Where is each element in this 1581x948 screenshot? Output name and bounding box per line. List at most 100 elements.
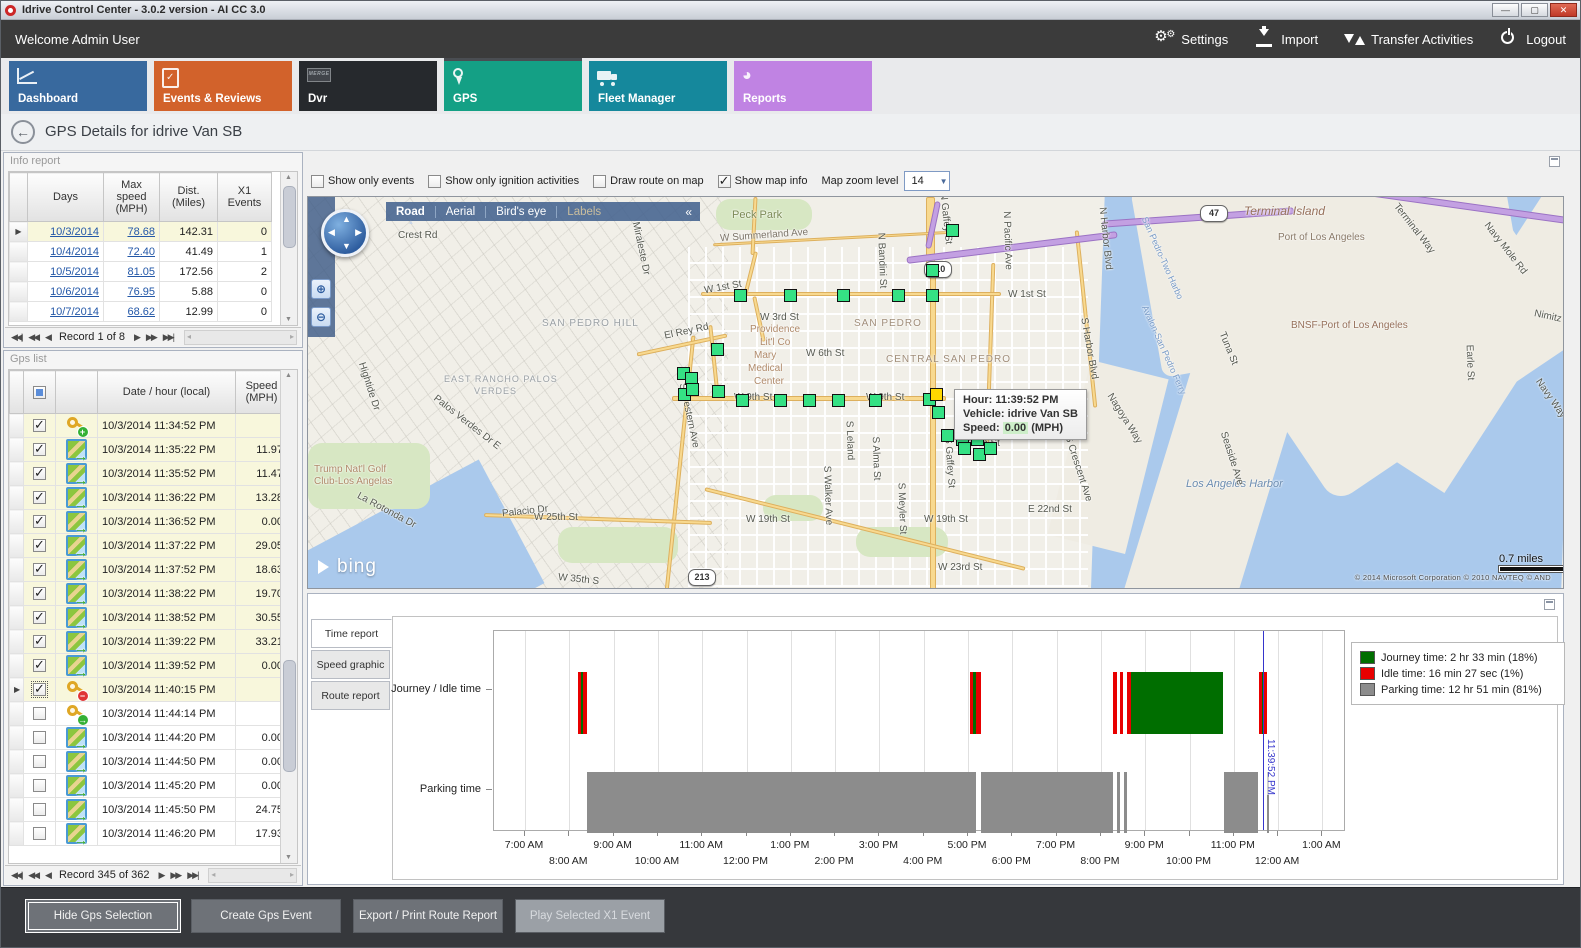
gps-list-row[interactable]: 10/3/2014 11:44:20 PM0.00 [10, 726, 288, 750]
day-link[interactable]: 10/3/2014 [50, 226, 99, 238]
gps-list-row[interactable]: 10/3/2014 11:38:22 PM19.70 [10, 582, 288, 606]
map-panel-collapse-button[interactable] [1549, 156, 1560, 167]
gps-list-row[interactable]: 10/3/2014 11:45:20 PM0.00 [10, 774, 288, 798]
close-button[interactable]: ✕ [1550, 3, 1577, 17]
info-column-header[interactable]: Days [28, 173, 104, 222]
gps-nav-next-1[interactable]: ▶▶ [170, 870, 180, 881]
info-nav-next-2[interactable]: ▶▶| [163, 332, 173, 343]
tab-fleet-manager[interactable]: Fleet Manager [589, 61, 727, 111]
map-option-show-only-ignition-activities[interactable]: Show only ignition activities [428, 175, 579, 188]
map-mode-bird-s-eye[interactable]: Bird's eye [486, 206, 556, 218]
gps-point-marker[interactable] [946, 224, 959, 237]
info-nav-next-0[interactable]: ▶ [134, 332, 139, 343]
info-nav-prev-1[interactable]: ◀◀ [28, 332, 38, 343]
gps-list-row[interactable]: 10/3/2014 11:46:20 PM17.93 [10, 822, 288, 846]
gps-row-checkbox[interactable] [33, 563, 46, 576]
selected-gps-point-marker[interactable] [930, 388, 943, 401]
gps-row-checkbox[interactable] [33, 491, 46, 504]
minimize-button[interactable]: — [1492, 3, 1519, 17]
gps-nav-prev-0[interactable]: ◀◀| [11, 870, 21, 881]
gps-row-checkbox[interactable] [33, 587, 46, 600]
gps-row-checkbox[interactable] [33, 635, 46, 648]
chart-tab-speed-graphic[interactable]: Speed graphic [311, 650, 390, 679]
gps-row-checkbox[interactable] [33, 731, 46, 744]
day-link[interactable]: 10/7/2014 [50, 306, 99, 318]
info-report-scrollbar[interactable] [280, 172, 297, 325]
gps-select-all-header[interactable] [24, 371, 56, 414]
gps-point-marker[interactable] [984, 442, 997, 455]
map-mode-labels[interactable]: Labels [557, 206, 611, 218]
gps-list-row[interactable]: 10/3/2014 11:37:52 PM18.63 [10, 558, 288, 582]
gps-row-checkbox[interactable] [33, 755, 46, 768]
gps-point-marker[interactable] [712, 385, 725, 398]
gps-row-checkbox[interactable] [33, 611, 46, 624]
map-toolbar-collapse-button[interactable]: « [677, 205, 700, 219]
checkbox[interactable] [311, 175, 324, 188]
gps-point-marker[interactable] [774, 394, 787, 407]
gps-row-checkbox[interactable] [33, 707, 46, 720]
gps-list-row[interactable]: 10/3/2014 11:36:52 PM0.00 [10, 510, 288, 534]
max-speed-link[interactable]: 76.95 [127, 286, 155, 298]
info-nav-next-1[interactable]: ▶▶ [146, 332, 156, 343]
top-action-import[interactable]: Import [1254, 29, 1318, 49]
gps-list-row[interactable]: 10/3/2014 11:36:22 PM13.28 [10, 486, 288, 510]
bottom-button-hide-gps-selection[interactable]: Hide Gps Selection [25, 899, 181, 933]
gps-list-row[interactable]: 10/3/2014 11:39:22 PM33.21 [10, 630, 288, 654]
checkbox[interactable] [593, 175, 606, 188]
day-link[interactable]: 10/4/2014 [50, 246, 99, 258]
gps-point-marker[interactable] [926, 264, 939, 277]
tab-reports[interactable]: ◕Reports [734, 61, 872, 111]
gps-point-marker[interactable] [869, 394, 882, 407]
gps-point-marker[interactable] [837, 289, 850, 302]
chart-tab-route-report[interactable]: Route report [311, 681, 390, 710]
gps-list-row[interactable]: 10/3/2014 11:39:52 PM0.00 [10, 654, 288, 678]
gps-hscrollbar[interactable] [208, 868, 297, 883]
bing-map[interactable]: RoadAerialBird's eyeLabels« ▲▼ ◀▶ ⊕ ⊖ bi… [307, 196, 1564, 589]
gps-list-row[interactable]: 10/3/2014 11:37:22 PM29.05 [10, 534, 288, 558]
maximize-button[interactable]: ▢ [1521, 3, 1548, 17]
gps-point-marker[interactable] [958, 442, 971, 455]
gps-row-checkbox[interactable] [33, 515, 46, 528]
map-option-show-only-events[interactable]: Show only events [311, 175, 414, 188]
chart-panel-collapse-button[interactable] [1544, 599, 1555, 610]
info-report-row[interactable]: 10/5/201481.05172.562 [10, 262, 272, 282]
map-zoom-level-select[interactable]: 14▼ [904, 171, 950, 191]
info-column-header[interactable]: Dist. (Miles) [160, 173, 218, 222]
info-report-row[interactable]: 10/7/201468.6212.990 [10, 302, 272, 322]
gps-list-row[interactable]: 10/3/2014 11:35:52 PM11.47 [10, 462, 288, 486]
gps-point-marker[interactable] [686, 383, 699, 396]
gps-list-scrollbar[interactable] [280, 370, 297, 863]
checkbox[interactable] [718, 175, 731, 188]
back-button[interactable]: ← [11, 120, 35, 144]
gps-row-checkbox[interactable] [33, 659, 46, 672]
gps-point-marker[interactable] [736, 394, 749, 407]
tab-events-reviews[interactable]: ✓Events & Reviews [154, 61, 292, 111]
gps-list-row[interactable]: →10/3/2014 11:44:14 PM [10, 702, 288, 726]
gps-row-checkbox[interactable] [33, 803, 46, 816]
gps-row-checkbox[interactable] [33, 539, 46, 552]
gps-list-row[interactable]: 10/3/2014 11:38:52 PM30.55 [10, 606, 288, 630]
gps-row-checkbox[interactable] [33, 683, 46, 696]
gps-row-checkbox[interactable] [33, 467, 46, 480]
gps-row-checkbox[interactable] [33, 419, 46, 432]
top-action-settings[interactable]: ⚙⚙Settings [1154, 29, 1228, 49]
gps-point-marker[interactable] [711, 343, 724, 356]
info-column-header[interactable]: X1 Events [218, 173, 272, 222]
gps-point-marker[interactable] [941, 429, 954, 442]
gps-row-checkbox[interactable] [33, 443, 46, 456]
gps-list-row[interactable]: 10/3/2014 11:44:50 PM0.00 [10, 750, 288, 774]
day-link[interactable]: 10/6/2014 [50, 286, 99, 298]
max-speed-link[interactable]: 72.40 [127, 246, 155, 258]
map-zoom-out-button[interactable]: ⊖ [311, 307, 331, 327]
gps-point-marker[interactable] [926, 289, 939, 302]
gps-row-checkbox[interactable] [33, 827, 46, 840]
map-option-show-map-info[interactable]: Show map info [718, 175, 808, 188]
gps-nav-next-2[interactable]: ▶▶| [187, 870, 197, 881]
info-nav-prev-0[interactable]: ◀◀| [11, 332, 21, 343]
gps-list-row[interactable]: 10/3/2014 11:45:50 PM24.75 [10, 798, 288, 822]
gps-nav-prev-1[interactable]: ◀◀ [28, 870, 38, 881]
gps-row-checkbox[interactable] [33, 779, 46, 792]
gps-point-marker[interactable] [734, 289, 747, 302]
info-hscrollbar[interactable] [184, 330, 297, 345]
map-mode-road[interactable]: Road [386, 206, 435, 218]
